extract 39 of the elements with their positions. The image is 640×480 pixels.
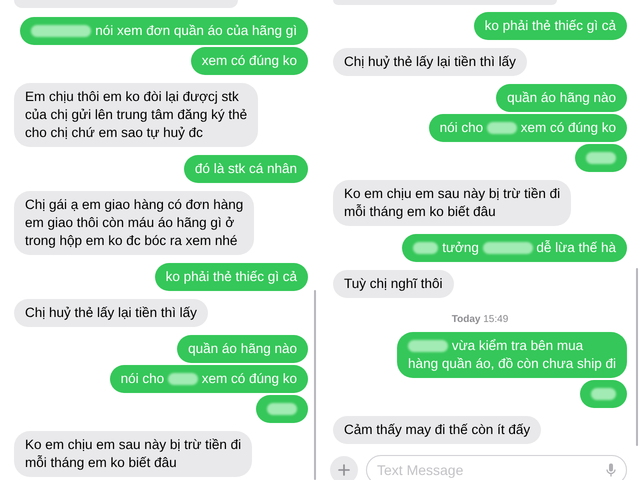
- message-text: tưởng: [442, 239, 479, 257]
- message-text: Ko em chịu em sau này bị trừ tiền đi mỗi tháng em ko biết đâu: [344, 185, 560, 221]
- message-text: nói cho: [120, 370, 164, 388]
- message-input[interactable]: Text Message: [366, 455, 627, 480]
- message-text: dễ lừa thế hà: [536, 239, 616, 257]
- message-text: Chị huỷ thẻ lấy lại tiền thì lấy: [344, 53, 516, 71]
- redaction-blur: [168, 373, 198, 385]
- message-text: đó là stk cá nhân: [194, 160, 297, 178]
- redaction-blur: [482, 242, 533, 254]
- redaction-blur: [586, 152, 616, 164]
- redaction-blur: [486, 122, 517, 134]
- message-text: nói cho: [440, 119, 484, 137]
- timestamp: Today 15:49: [452, 314, 508, 326]
- message-text: xem có đúng ko: [520, 119, 616, 137]
- message-text: ko phải thẻ thiếc gì cả: [484, 17, 616, 35]
- message-text: Ko em chịu em sau này bị trừ tiền đi mỗi tháng em ko biết đâu: [25, 436, 242, 472]
- message-text: ko phải thẻ thiếc gì cả: [166, 268, 297, 286]
- message-text: quần áo hãng nào: [507, 89, 616, 107]
- redaction-blur: [267, 403, 297, 415]
- redaction-blur: [413, 242, 438, 254]
- message-text: Em chịu thôi em ko đòi lại đượcj stk của chị gửi lên trung tâm đăng ký thẻ cho chị chứ em sao tự huỷ đc: [25, 88, 248, 142]
- message-text: quần áo hãng nào: [188, 340, 297, 358]
- message-text: Chị gái ạ em giao hàng có đơn hàng em giao thôi còn máu áo hãng gì ở trong hộp em ko đc bóc ra xem nhé: [25, 196, 244, 250]
- scrollbar[interactable]: [636, 268, 638, 446]
- add-button[interactable]: [330, 456, 358, 480]
- message-text: xem có đúng ko: [202, 52, 297, 70]
- redaction-blur: [591, 388, 616, 400]
- message-text: hàng quần áo, đồ còn chưa ship đi: [408, 355, 616, 373]
- message-text: Cảm thấy may đi thế còn ít đấy: [344, 421, 530, 439]
- plus-icon: [338, 464, 350, 476]
- redaction-blur: [408, 340, 448, 352]
- message-text: Tuỳ chị nghĩ thôi: [344, 275, 443, 293]
- message-text: vừa kiểm tra bên mua: [452, 337, 584, 355]
- redaction-blur: [31, 25, 92, 37]
- message-text: nói xem đơn quần áo của hãng gì: [95, 22, 297, 40]
- microphone-icon[interactable]: [606, 463, 616, 477]
- message-text: xem có đúng ko: [202, 370, 297, 388]
- scrollbar[interactable]: [314, 290, 316, 480]
- message-text: Chị huỷ thẻ lấy lại tiền thì lấy: [25, 304, 197, 322]
